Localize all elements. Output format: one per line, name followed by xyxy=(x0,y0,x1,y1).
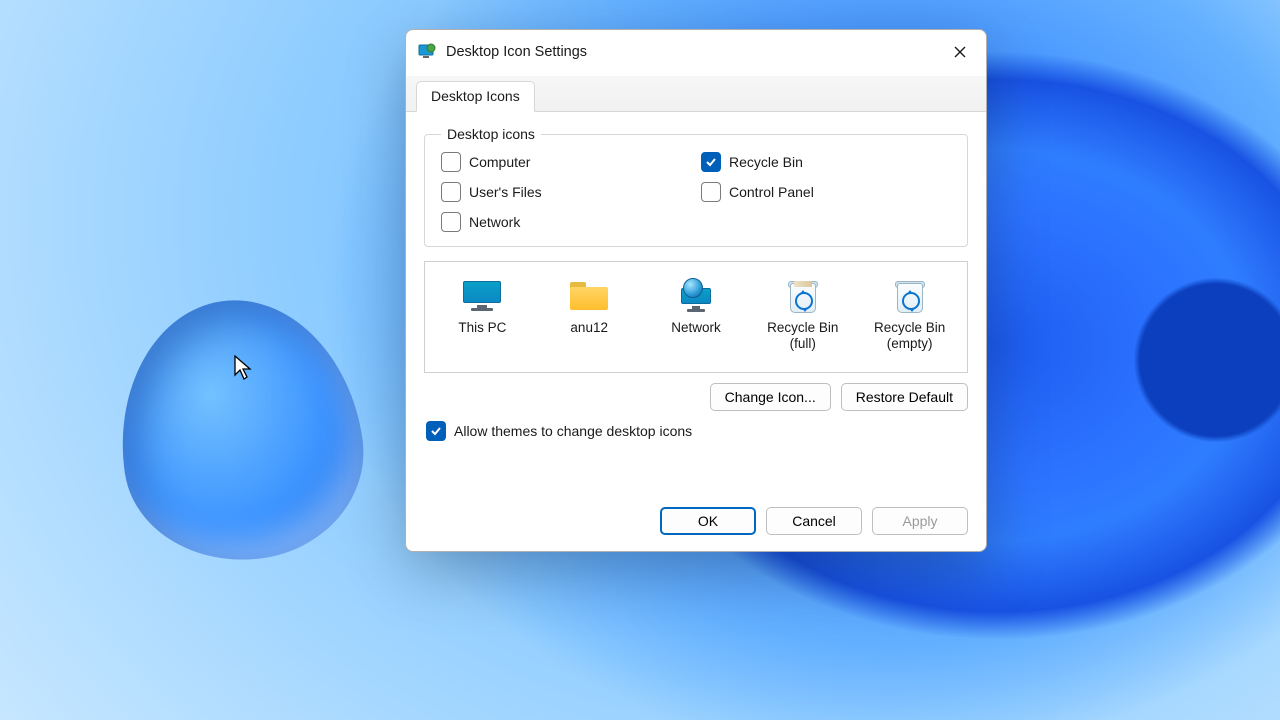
tabstrip: Desktop Icons xyxy=(406,76,986,112)
icon-label: Network xyxy=(671,320,721,336)
icon-item-user-folder[interactable]: anu12 xyxy=(536,276,643,352)
icon-label: anu12 xyxy=(570,320,608,336)
apply-button[interactable]: Apply xyxy=(872,507,968,535)
cancel-button[interactable]: Cancel xyxy=(766,507,862,535)
checkbox-label: Computer xyxy=(469,154,530,170)
checkbox-recycle-bin[interactable]: Recycle Bin xyxy=(701,152,951,172)
user-folder-icon xyxy=(569,276,609,316)
checkbox-computer[interactable]: Computer xyxy=(441,152,691,172)
icon-item-recycle-full[interactable]: Recycle Bin (full) xyxy=(749,276,856,352)
titlebar[interactable]: Desktop Icon Settings xyxy=(406,30,986,76)
icon-label: This PC xyxy=(458,320,506,336)
network-icon xyxy=(676,276,716,316)
checkbox-label: Allow themes to change desktop icons xyxy=(454,423,692,439)
desktop-icons-groupbox: Desktop icons Computer Recycle Bin User'… xyxy=(424,126,968,247)
checkbox-network[interactable]: Network xyxy=(441,212,691,232)
dialog-footer: OK Cancel Apply xyxy=(406,497,986,551)
checkbox-label: Control Panel xyxy=(729,184,814,200)
icon-preview-list: This PC anu12 Network Recycle Bin (full) Rec… xyxy=(424,261,968,373)
close-button[interactable] xyxy=(946,38,974,66)
checkbox-allow-themes[interactable]: Allow themes to change desktop icons xyxy=(426,421,968,441)
icon-item-recycle-empty[interactable]: Recycle Bin (empty) xyxy=(856,276,963,352)
restore-default-button[interactable]: Restore Default xyxy=(841,383,968,411)
icon-item-this-pc[interactable]: This PC xyxy=(429,276,536,352)
checkbox-label: Recycle Bin xyxy=(729,154,803,170)
ok-button[interactable]: OK xyxy=(660,507,756,535)
recycle-empty-icon xyxy=(890,276,930,316)
change-icon-button[interactable]: Change Icon... xyxy=(710,383,831,411)
dialog-icon xyxy=(418,43,436,61)
checkbox-users-files[interactable]: User's Files xyxy=(441,182,691,202)
close-icon xyxy=(954,46,966,58)
this-pc-icon xyxy=(462,276,502,316)
dialog-title: Desktop Icon Settings xyxy=(446,44,587,60)
checkbox-control-panel[interactable]: Control Panel xyxy=(701,182,951,202)
icon-label: Recycle Bin (full) xyxy=(767,320,838,352)
checkbox-label: User's Files xyxy=(469,184,542,200)
groupbox-legend: Desktop icons xyxy=(441,126,541,142)
tab-desktop-icons[interactable]: Desktop Icons xyxy=(416,81,535,112)
recycle-full-icon xyxy=(783,276,823,316)
checkbox-label: Network xyxy=(469,214,520,230)
desktop-icon-settings-dialog: Desktop Icon Settings Desktop Icons Desk… xyxy=(405,29,987,552)
icon-label: Recycle Bin (empty) xyxy=(874,320,945,352)
icon-item-network[interactable]: Network xyxy=(643,276,750,352)
